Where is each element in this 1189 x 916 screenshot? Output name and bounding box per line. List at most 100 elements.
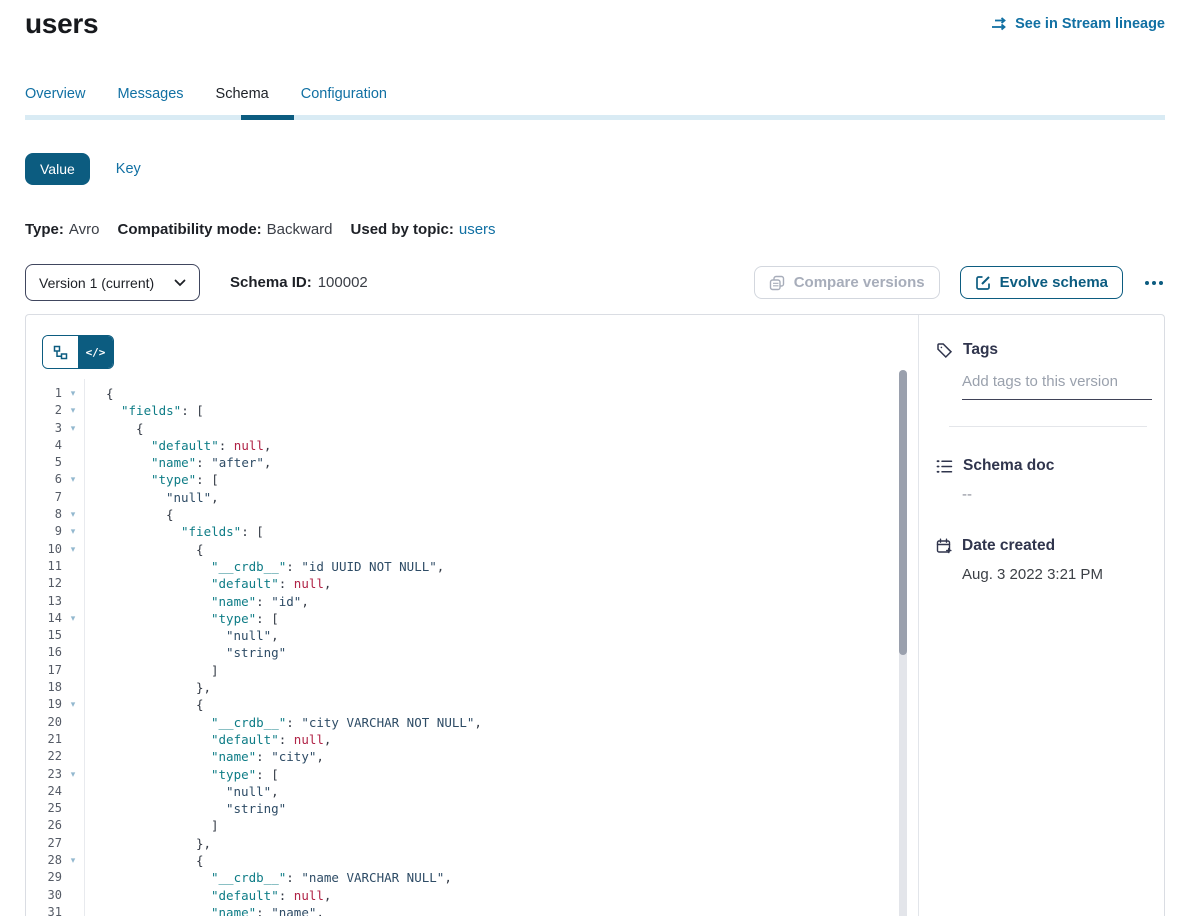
version-select[interactable]: Version 1 (current): [25, 264, 200, 301]
code-line[interactable]: {: [106, 385, 918, 402]
type-label: Type:: [25, 221, 64, 238]
code-line[interactable]: "null",: [106, 627, 918, 644]
gutter-line: 12: [26, 575, 84, 592]
code-line[interactable]: "fields": [: [106, 523, 918, 540]
tree-view-button[interactable]: [43, 336, 78, 368]
fold-arrow-icon[interactable]: ▾: [62, 420, 84, 437]
fold-arrow-icon[interactable]: ▾: [62, 766, 84, 783]
code-line[interactable]: "null",: [106, 783, 918, 800]
add-tags-input[interactable]: [962, 359, 1152, 400]
gutter-line: 28▾: [26, 852, 84, 869]
evolve-schema-button[interactable]: Evolve schema: [960, 266, 1123, 299]
code-line[interactable]: "type": [: [106, 471, 918, 488]
gutter-line: 6▾: [26, 471, 84, 488]
compatibility-value: Backward: [267, 221, 333, 238]
gutter-line: 13: [26, 593, 84, 610]
schema-id: Schema ID: 100002: [230, 274, 368, 291]
gutter-line: 8▾: [26, 506, 84, 523]
code-line[interactable]: "fields": [: [106, 402, 918, 419]
tab-underline-track: [25, 115, 1165, 120]
version-bar: Version 1 (current) Schema ID: 100002 Co…: [25, 264, 1165, 301]
tab-schema[interactable]: Schema: [216, 86, 269, 102]
editor-scrollbar-thumb[interactable]: [899, 370, 907, 655]
fold-arrow-icon[interactable]: ▾: [62, 506, 84, 523]
value-toggle-button[interactable]: Value: [25, 153, 90, 185]
code-line[interactable]: "default": null,: [106, 887, 918, 904]
code-line[interactable]: },: [106, 835, 918, 852]
code-view-button[interactable]: </>: [78, 336, 113, 368]
fold-arrow-icon[interactable]: ▾: [62, 385, 84, 402]
tab-bar: Overview Messages Schema Configuration: [0, 86, 1189, 120]
code-line[interactable]: "name": "after",: [106, 454, 918, 471]
gutter-line: 1▾: [26, 385, 84, 402]
gutter-line: 26: [26, 817, 84, 834]
schema-id-value: 100002: [318, 274, 368, 291]
gutter-line: 3▾: [26, 420, 84, 437]
gutter-line: 14▾: [26, 610, 84, 627]
tab-messages[interactable]: Messages: [117, 86, 183, 102]
tree-diagram-icon: [53, 345, 68, 360]
fold-arrow-icon[interactable]: ▾: [62, 541, 84, 558]
code-line[interactable]: {: [106, 420, 918, 437]
code-line[interactable]: "default": null,: [106, 575, 918, 592]
code-line[interactable]: {: [106, 696, 918, 713]
gutter-line: 9▾: [26, 523, 84, 540]
fold-arrow-icon[interactable]: ▾: [62, 523, 84, 540]
code-line[interactable]: "name": "city",: [106, 748, 918, 765]
fold-arrow-icon[interactable]: ▾: [62, 402, 84, 419]
code-line[interactable]: {: [106, 541, 918, 558]
tags-title: Tags: [963, 341, 998, 359]
code-line[interactable]: "type": [: [106, 610, 918, 627]
gutter-line: 22: [26, 748, 84, 765]
code-line[interactable]: "string": [106, 800, 918, 817]
gutter-line: 25: [26, 800, 84, 817]
code-line[interactable]: "__crdb__": "id UUID NOT NULL",: [106, 558, 918, 575]
code-line[interactable]: "null",: [106, 489, 918, 506]
stream-lineage-icon: [991, 17, 1008, 31]
code-line[interactable]: "__crdb__": "city VARCHAR NOT NULL",: [106, 714, 918, 731]
fold-arrow-icon[interactable]: ▾: [62, 852, 84, 869]
fold-arrow-icon[interactable]: ▾: [62, 696, 84, 713]
code-line[interactable]: {: [106, 506, 918, 523]
used-by-topic-label: Used by topic:: [351, 221, 454, 238]
code-line[interactable]: "default": null,: [106, 437, 918, 454]
value-key-toggle: Value Key: [25, 153, 1189, 185]
editor-scrollbar-track[interactable]: [899, 370, 907, 916]
schema-sidebar: Tags Schema doc --: [918, 315, 1164, 916]
topic-link[interactable]: users: [459, 221, 496, 238]
schema-code-editor[interactable]: 1▾2▾3▾456▾78▾9▾10▾11121314▾1516171819▾20…: [26, 379, 918, 916]
fold-arrow-icon[interactable]: ▾: [62, 471, 84, 488]
code-view-icon: </>: [86, 346, 106, 359]
list-icon: [936, 459, 953, 474]
fold-arrow-icon[interactable]: ▾: [62, 610, 84, 627]
code-line[interactable]: "name": "id",: [106, 593, 918, 610]
evolve-schema-label: Evolve schema: [1000, 274, 1108, 291]
schema-card: </> 1▾2▾3▾456▾78▾9▾10▾11121314▾151617181…: [25, 314, 1165, 916]
code-line[interactable]: {: [106, 852, 918, 869]
code-line[interactable]: "string": [106, 644, 918, 661]
code-line[interactable]: "default": null,: [106, 731, 918, 748]
compare-versions-button[interactable]: Compare versions: [754, 266, 940, 299]
gutter-line: 10▾: [26, 541, 84, 558]
gutter-line: 7: [26, 489, 84, 506]
code-line[interactable]: ]: [106, 662, 918, 679]
gutter-line: 4: [26, 437, 84, 454]
tab-overview[interactable]: Overview: [25, 86, 85, 102]
code-line[interactable]: },: [106, 679, 918, 696]
code-line[interactable]: "__crdb__": "name VARCHAR NULL",: [106, 869, 918, 886]
gutter-line: 5: [26, 454, 84, 471]
schema-doc-value: --: [962, 486, 1152, 503]
edit-icon: [975, 275, 991, 291]
more-options-icon[interactable]: [1143, 275, 1165, 291]
code-line[interactable]: "type": [: [106, 766, 918, 783]
key-toggle-link[interactable]: Key: [116, 161, 141, 177]
tab-configuration[interactable]: Configuration: [301, 86, 387, 102]
code-line[interactable]: "name": "name",: [106, 904, 918, 916]
code-line[interactable]: ]: [106, 817, 918, 834]
chevron-down-icon: [174, 279, 186, 287]
editor-toolbar: </>: [26, 315, 918, 369]
schema-meta-row: Type: Avro Compatibility mode: Backward …: [25, 221, 1189, 238]
stream-lineage-link[interactable]: See in Stream lineage: [991, 16, 1165, 32]
gutter-line: 29: [26, 869, 84, 886]
gutter-line: 11: [26, 558, 84, 575]
